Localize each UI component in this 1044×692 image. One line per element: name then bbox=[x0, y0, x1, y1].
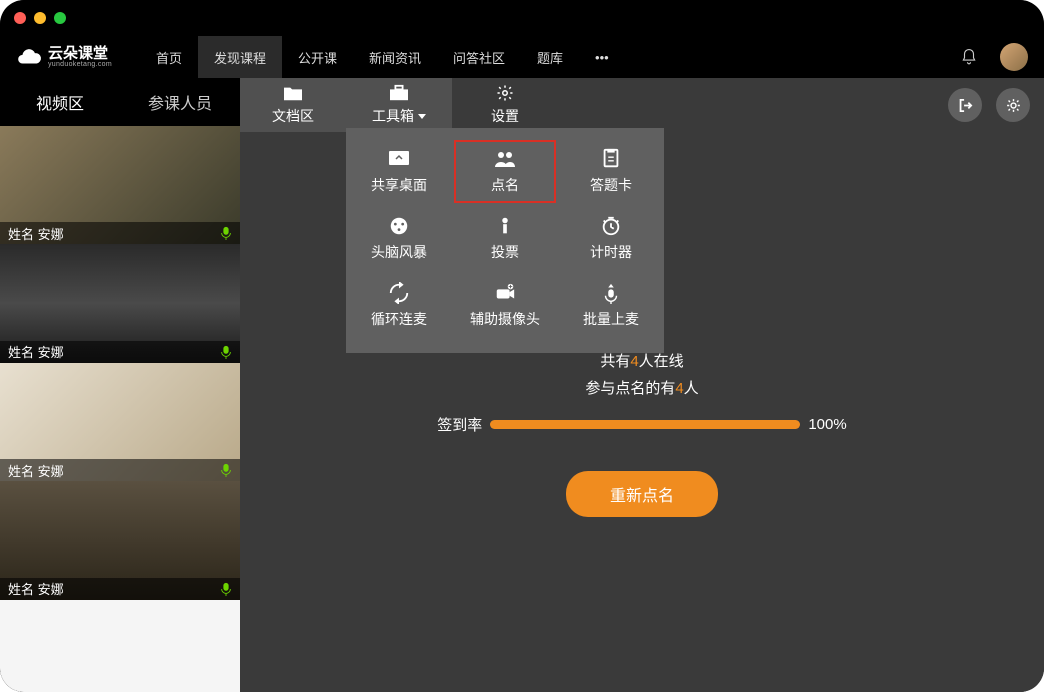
video-cell[interactable]: 姓名 安娜 bbox=[0, 126, 240, 244]
toolbox-dropdown: 共享桌面 点名 答题卡 头脑风暴 投票 计时器 bbox=[346, 128, 664, 353]
folder-icon bbox=[282, 84, 304, 102]
timer-icon bbox=[599, 215, 623, 237]
mic-icon bbox=[220, 345, 232, 359]
bell-icon[interactable] bbox=[960, 48, 978, 66]
camera-plus-icon bbox=[493, 282, 517, 304]
tool-vote[interactable]: 投票 bbox=[452, 205, 558, 272]
brainstorm-icon bbox=[387, 215, 411, 237]
people-icon bbox=[493, 148, 517, 170]
mic-icon bbox=[220, 226, 232, 240]
video-cell[interactable] bbox=[0, 600, 240, 692]
progress-bar bbox=[490, 420, 800, 429]
nav-qa[interactable]: 问答社区 bbox=[437, 36, 521, 78]
nav-open-class[interactable]: 公开课 bbox=[282, 36, 353, 78]
titlebar bbox=[0, 0, 1044, 36]
close-dot[interactable] bbox=[14, 12, 26, 24]
tool-share-screen[interactable]: 共享桌面 bbox=[346, 138, 452, 205]
nav-news[interactable]: 新闻资讯 bbox=[353, 36, 437, 78]
nav-bank[interactable]: 题库 bbox=[521, 36, 579, 78]
video-list: 姓名 安娜 姓名 安娜 姓名 安娜 姓名 安娜 bbox=[0, 126, 240, 692]
gear-icon bbox=[1005, 97, 1022, 114]
rate-label: 签到率 bbox=[437, 414, 482, 435]
video-cell[interactable]: 姓名 安娜 bbox=[0, 244, 240, 362]
card-icon bbox=[599, 148, 623, 170]
nav-home[interactable]: 首页 bbox=[140, 36, 198, 78]
cycle-icon bbox=[387, 282, 411, 304]
maximize-dot[interactable] bbox=[54, 12, 66, 24]
nav-items: 首页 发现课程 公开课 新闻资讯 问答社区 题库 ••• bbox=[140, 36, 625, 78]
toolbar: 文档区 工具箱 设置 bbox=[240, 78, 1044, 132]
logo-sub: yunduoketang.com bbox=[48, 61, 112, 68]
docs-button[interactable]: 文档区 bbox=[240, 78, 346, 132]
logo-text: 云朵课堂 yunduoketang.com bbox=[48, 46, 112, 68]
left-panel: 视频区 参课人员 姓名 安娜 姓名 安娜 姓名 安娜 姓名 安 bbox=[0, 78, 240, 692]
minimize-dot[interactable] bbox=[34, 12, 46, 24]
tool-rollcall[interactable]: 点名 bbox=[452, 138, 558, 205]
nav-discover[interactable]: 发现课程 bbox=[198, 36, 282, 78]
cloud-icon bbox=[16, 44, 42, 70]
logo-title: 云朵课堂 bbox=[48, 46, 112, 61]
rerollcall-button[interactable]: 重新点名 bbox=[566, 471, 718, 517]
progress-row: 签到率 100% bbox=[437, 414, 846, 435]
logo[interactable]: 云朵课堂 yunduoketang.com bbox=[16, 44, 112, 70]
exit-icon bbox=[957, 97, 974, 114]
user-avatar[interactable] bbox=[1000, 43, 1028, 71]
left-tabs: 视频区 参课人员 bbox=[0, 78, 240, 126]
config-button[interactable] bbox=[996, 88, 1030, 122]
settings-button[interactable]: 设置 bbox=[452, 78, 558, 132]
nav-more[interactable]: ••• bbox=[579, 36, 625, 78]
online-stat: 共有4人在线 bbox=[600, 350, 683, 371]
tool-batch-mic[interactable]: 批量上麦 bbox=[558, 272, 664, 339]
screen-share-icon bbox=[387, 148, 411, 170]
tool-answer-card[interactable]: 答题卡 bbox=[558, 138, 664, 205]
mic-icon bbox=[220, 463, 232, 477]
toolbox-label: 工具箱 bbox=[372, 106, 414, 126]
tool-aux-camera[interactable]: 辅助摄像头 bbox=[452, 272, 558, 339]
top-nav: 云朵课堂 yunduoketang.com 首页 发现课程 公开课 新闻资讯 问… bbox=[0, 36, 1044, 78]
app-window: 云朵课堂 yunduoketang.com 首页 发现课程 公开课 新闻资讯 问… bbox=[0, 0, 1044, 692]
tab-video[interactable]: 视频区 bbox=[0, 78, 120, 126]
settings-label: 设置 bbox=[491, 106, 519, 126]
video-cell[interactable]: 姓名 安娜 bbox=[0, 363, 240, 481]
rollcall-stat: 参与点名的有4人 bbox=[585, 377, 698, 398]
mic-up-icon bbox=[599, 282, 623, 304]
tool-timer[interactable]: 计时器 bbox=[558, 205, 664, 272]
toolbox-button[interactable]: 工具箱 bbox=[346, 78, 452, 132]
video-cell[interactable]: 姓名 安娜 bbox=[0, 481, 240, 599]
briefcase-icon bbox=[388, 84, 410, 102]
rate-value: 100% bbox=[808, 416, 846, 433]
mic-icon bbox=[220, 582, 232, 596]
tab-participants[interactable]: 参课人员 bbox=[120, 78, 240, 126]
gear-icon bbox=[494, 84, 516, 102]
exit-button[interactable] bbox=[948, 88, 982, 122]
tool-brainstorm[interactable]: 头脑风暴 bbox=[346, 205, 452, 272]
caret-icon bbox=[418, 114, 426, 119]
tool-cycle-mic[interactable]: 循环连麦 bbox=[346, 272, 452, 339]
docs-label: 文档区 bbox=[272, 106, 314, 126]
nav-right bbox=[960, 43, 1028, 71]
vote-icon bbox=[493, 215, 517, 237]
